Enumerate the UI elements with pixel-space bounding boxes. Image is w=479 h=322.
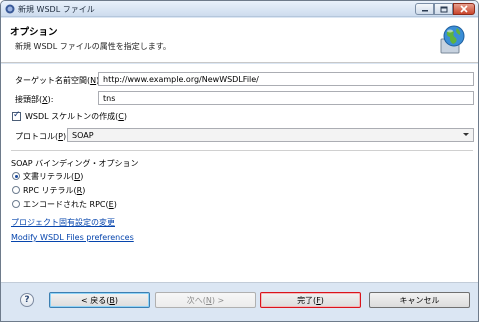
- wizard-content: ターゲット名前空間(N): http://www.example.org/New…: [1, 64, 478, 282]
- wizard-header: オプション 新規 WSDL ファイルの属性を指定します。: [1, 18, 478, 63]
- help-button[interactable]: ?: [20, 293, 34, 307]
- minimize-button[interactable]: [415, 3, 434, 15]
- divider: [11, 150, 473, 151]
- next-button[interactable]: 次へ(N) >: [155, 292, 256, 308]
- binding-option-rpc-encoded[interactable]: エンコードされた RPC(E): [23, 199, 117, 210]
- protocol-select-value: SOAP: [72, 131, 94, 140]
- preferences-link[interactable]: Modify WSDL Files preferences: [11, 233, 134, 242]
- finish-button[interactable]: 完了(F): [260, 292, 361, 308]
- protocol-select[interactable]: SOAP: [67, 128, 474, 142]
- namespace-label: ターゲット名前空間(N):: [15, 76, 102, 85]
- button-bar: ? < 戻る(B) 次へ(N) > 完了(F) キャンセル: [1, 282, 478, 321]
- maximize-icon: [440, 6, 447, 12]
- binding-option-document-literal[interactable]: 文書リテラル(D): [23, 171, 83, 182]
- namespace-field[interactable]: http://www.example.org/NewWSDLFile/: [98, 72, 474, 86]
- help-icon: ?: [24, 295, 30, 305]
- binding-radio-document-literal[interactable]: [12, 172, 20, 180]
- skeleton-label[interactable]: WSDL スケルトンの作成(C): [25, 111, 127, 122]
- window-title: 新規 WSDL ファイル: [18, 5, 95, 14]
- prefix-label: 接頭部(X):: [15, 95, 54, 104]
- cancel-button[interactable]: キャンセル: [369, 292, 470, 308]
- globe-wizard-icon: [440, 25, 465, 54]
- project-settings-link[interactable]: プロジェクト固有設定の変更: [11, 217, 115, 228]
- binding-group-label: SOAP バインディング・オプション: [11, 159, 139, 168]
- wizard-window: 新規 WSDL ファイル オプション 新規 WSDL ファイルの属性を指定します…: [0, 0, 479, 322]
- eclipse-app-icon: [5, 4, 15, 14]
- prefix-field[interactable]: tns: [98, 91, 474, 105]
- close-icon: [460, 5, 468, 13]
- binding-option-rpc-literal[interactable]: RPC リテラル(R): [23, 185, 85, 196]
- binding-radio-rpc-literal[interactable]: [12, 186, 20, 194]
- back-button[interactable]: < 戻る(B): [49, 292, 150, 308]
- minimize-icon: [421, 10, 428, 12]
- maximize-button[interactable]: [434, 3, 453, 15]
- skeleton-checkbox[interactable]: [12, 110, 21, 121]
- close-button[interactable]: [453, 3, 475, 15]
- chevron-down-icon: [463, 133, 469, 136]
- page-title: オプション: [10, 27, 58, 38]
- title-bar[interactable]: 新規 WSDL ファイル: [1, 1, 478, 17]
- protocol-label: プロトコル(P):: [15, 132, 69, 141]
- page-description: 新規 WSDL ファイルの属性を指定します。: [15, 42, 171, 51]
- binding-radio-rpc-encoded[interactable]: [12, 200, 20, 208]
